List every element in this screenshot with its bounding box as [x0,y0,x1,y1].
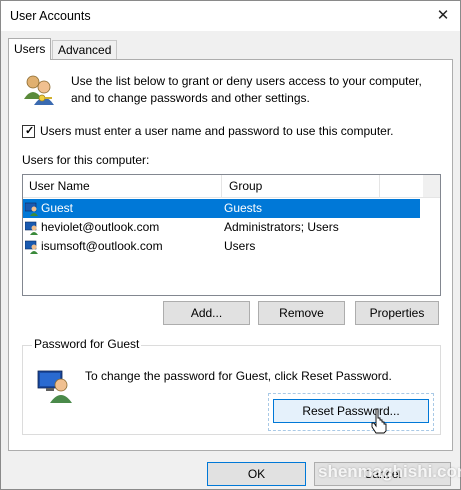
username-cell: heviolet@outlook.com [41,220,160,234]
group-cell: Users [224,239,256,253]
list-header: User Name Group [23,175,440,198]
column-header-group[interactable]: Group [223,175,380,197]
group-cell: Administrators; Users [224,220,339,234]
reset-password-button[interactable]: Reset Password... [273,399,429,423]
password-group-title: Password for Guest [32,337,142,351]
group-cell: Guests [224,201,263,215]
user-account-icon [25,240,38,254]
users-tab-panel: Use the list below to grant or deny user… [8,59,453,451]
users-section-label: Users for this computer: [22,153,150,167]
table-row[interactable]: isumsoft@outlook.com Users [23,237,420,256]
users-icon [24,75,54,105]
reset-focus-outline: Reset Password... [268,393,434,431]
title-bar: User Accounts ✕ [1,1,460,31]
ok-button[interactable]: OK [207,462,306,486]
watermark: shenmaghishi.com [318,462,461,481]
intro-text: Use the list below to grant or deny user… [71,74,422,105]
checkmark-icon: ✓ [25,125,35,137]
tab-users[interactable]: Users [8,38,52,60]
require-login-label[interactable]: Users must enter a user name and passwor… [40,124,394,138]
username-cell: isumsoft@outlook.com [41,239,163,253]
properties-button[interactable]: Properties [355,301,439,325]
table-row[interactable]: heviolet@outlook.com Administrators; Use… [23,218,420,237]
close-icon[interactable]: ✕ [432,5,454,27]
list-scroll-corner [423,175,440,197]
username-cell: Guest [41,201,74,215]
guest-user-icon [37,370,72,403]
window-title: User Accounts [10,9,91,23]
password-instructions: To change the password for Guest, click … [85,369,392,383]
user-account-icon [25,202,38,216]
user-accounts-window: User Accounts ✕ Users Advanced Use the l… [0,0,461,490]
table-row[interactable]: Guest Guests [23,199,420,218]
tab-advanced[interactable]: Advanced [52,40,118,59]
users-list[interactable]: User Name Group Guest Guests heviolet@ou… [22,174,441,296]
add-user-button[interactable]: Add... [163,301,250,325]
hand-cursor-icon [371,408,387,434]
require-login-checkbox[interactable]: ✓ [22,125,35,138]
user-account-icon [25,221,38,235]
remove-user-button[interactable]: Remove [258,301,345,325]
column-header-username[interactable]: User Name [23,175,222,197]
